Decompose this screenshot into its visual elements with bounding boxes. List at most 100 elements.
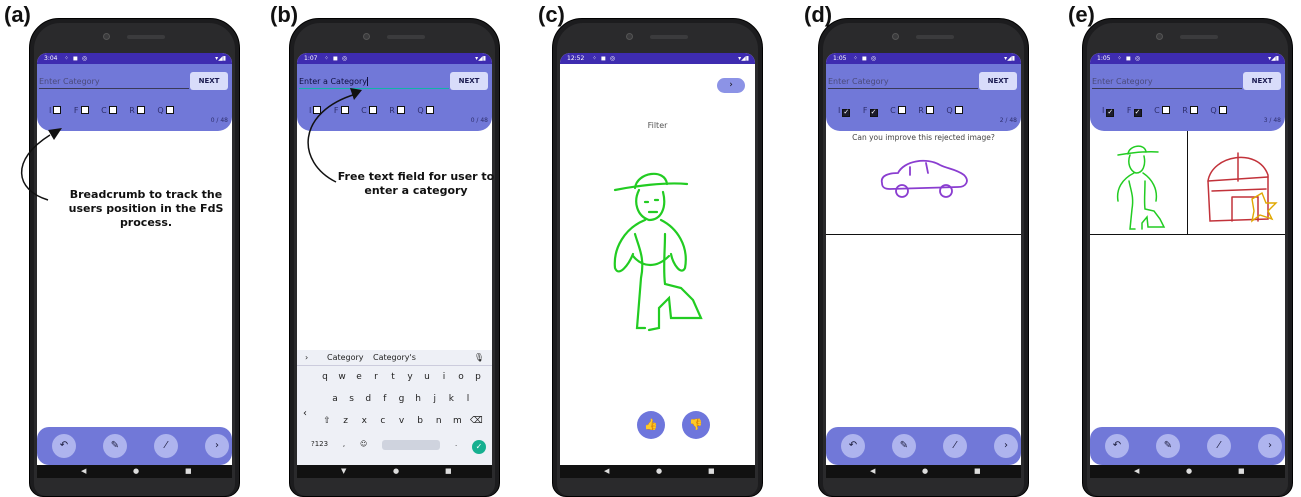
crumb-q: Q [946, 106, 963, 115]
recents-icon[interactable]: ■ [445, 465, 452, 478]
symbols-key[interactable]: ?123 [311, 440, 328, 454]
eyedropper-icon[interactable]: ✎ [892, 434, 916, 458]
undo-icon[interactable]: ↶ [1105, 434, 1129, 458]
brush-icon[interactable]: ⁄ [1207, 434, 1231, 458]
status-bar: 3:04 ⁘ ◼ ◎ ▾◢▮ [37, 53, 232, 64]
front-camera [1155, 33, 1220, 41]
breadcrumb: I F C R Q [49, 106, 184, 115]
category-input[interactable]: Enter Category [828, 75, 978, 89]
screen: 1:05 ⁘ ◼ ◎ ▾◢▮ Enter Category NEXT I ✓ F ✓… [1090, 53, 1285, 478]
improve-prompt: Can you improve this rejected image? [852, 133, 995, 142]
front-camera [891, 33, 956, 41]
next-button[interactable]: NEXT [190, 72, 228, 90]
back-icon[interactable]: ◀ [870, 465, 875, 478]
key-period[interactable]: . [455, 440, 457, 454]
back-icon[interactable]: ◀ [81, 465, 86, 478]
thumbs-up-icon[interactable]: 👍 [637, 411, 665, 439]
key-z[interactable]: z [340, 416, 352, 426]
phone-c: 12:52 ⁘ ◼ ◎ ▾◢▮ › Filter 👍 👎 ◀ ● ■ [552, 18, 763, 497]
key-w[interactable]: w [336, 372, 348, 382]
recents-icon[interactable]: ■ [974, 465, 981, 478]
suggestion-1[interactable]: Category [327, 350, 364, 366]
suggestion-2[interactable]: Category's [373, 350, 416, 366]
crumb-r: R [918, 106, 934, 115]
key-row-4: ?123 , ☺ . ✓ [311, 440, 486, 454]
key-u[interactable]: u [421, 372, 433, 382]
chevron-right-icon[interactable]: › [1258, 434, 1282, 458]
key-h[interactable]: h [412, 394, 424, 404]
key-d[interactable]: d [362, 394, 374, 404]
home-icon[interactable]: ● [133, 465, 139, 478]
status-bar: 12:52 ⁘ ◼ ◎ ▾◢▮ [560, 53, 755, 64]
key-o[interactable]: o [455, 372, 467, 382]
signal-battery-icon: ▾◢▮ [1268, 55, 1279, 62]
brush-icon[interactable]: ⁄ [154, 434, 178, 458]
home-icon[interactable]: ● [1186, 465, 1192, 478]
sketch-barn-thumbnail [1207, 152, 1278, 223]
next-button[interactable]: NEXT [1243, 72, 1281, 90]
space-bar[interactable] [382, 440, 441, 450]
key-a[interactable]: a [329, 394, 341, 404]
chevron-right-icon[interactable]: › [305, 350, 308, 366]
crumb-c: C [101, 106, 117, 115]
next-arrow-button[interactable]: › [717, 78, 745, 93]
eyedropper-icon[interactable]: ✎ [1156, 434, 1180, 458]
recents-icon[interactable]: ■ [1238, 465, 1245, 478]
home-icon[interactable]: ● [656, 465, 662, 478]
emoji-icon[interactable]: ☺ [360, 440, 367, 454]
key-b[interactable]: b [414, 416, 426, 426]
enter-check-icon[interactable]: ✓ [472, 440, 486, 454]
key-n[interactable]: n [433, 416, 445, 426]
key-x[interactable]: x [358, 416, 370, 426]
key-k[interactable]: k [445, 394, 457, 404]
recents-icon[interactable]: ■ [708, 465, 715, 478]
system-nav-bar: ◀ ● ■ [1090, 465, 1285, 478]
next-button[interactable]: NEXT [979, 72, 1017, 90]
category-input[interactable]: Enter Category [39, 75, 189, 89]
key-f[interactable]: f [379, 394, 391, 404]
undo-icon[interactable]: ↶ [52, 434, 76, 458]
key-e[interactable]: e [353, 372, 365, 382]
chevron-right-icon[interactable]: › [994, 434, 1018, 458]
chevron-right-icon[interactable]: › [205, 434, 229, 458]
suggestion-strip: Category Category's 🎙 › [297, 350, 492, 366]
key-s[interactable]: s [346, 394, 358, 404]
breadcrumb: I ✓ F ✓ C R Q [1102, 106, 1237, 117]
mic-icon[interactable]: 🎙 [474, 350, 484, 366]
home-icon[interactable]: ● [922, 465, 928, 478]
brush-icon[interactable]: ⁄ [943, 434, 967, 458]
key-q[interactable]: q [319, 372, 331, 382]
key-r[interactable]: r [370, 372, 382, 382]
system-nav-bar: ◀ ● ■ [37, 465, 232, 478]
shift-icon[interactable]: ⇧ [321, 416, 333, 426]
key-i[interactable]: i [438, 372, 450, 382]
home-icon[interactable]: ● [393, 465, 399, 478]
crumb-i: I [49, 106, 62, 115]
key-m[interactable]: m [451, 416, 463, 426]
key-t[interactable]: t [387, 372, 399, 382]
crumb-q: Q [157, 106, 174, 115]
key-j[interactable]: j [429, 394, 441, 404]
key-comma[interactable]: , [343, 440, 345, 454]
phone-a: 3:04 ⁘ ◼ ◎ ▾◢▮ Enter Category NEXT I F C… [29, 18, 240, 497]
backspace-icon[interactable]: ⌫ [470, 416, 483, 426]
key-c[interactable]: c [377, 416, 389, 426]
breadcrumb: I ✓ F ✓ C R Q [838, 106, 973, 117]
textfield-annotation: Free text field for user to enter a cate… [337, 170, 495, 197]
back-icon[interactable]: ▼ [341, 465, 346, 478]
key-l[interactable]: l [462, 394, 474, 404]
back-icon[interactable]: ◀ [1134, 465, 1139, 478]
key-y[interactable]: y [404, 372, 416, 382]
key-row-3: ⇧ z x c v b n m ⌫ [321, 416, 483, 426]
eyedropper-icon[interactable]: ✎ [103, 434, 127, 458]
key-g[interactable]: g [396, 394, 408, 404]
key-p[interactable]: p [472, 372, 484, 382]
back-icon[interactable]: ◀ [604, 465, 609, 478]
thumbs-down-icon[interactable]: 👎 [682, 411, 710, 439]
keyboard-left-chevron-icon[interactable]: ‹ [303, 408, 307, 419]
key-v[interactable]: v [396, 416, 408, 426]
next-button[interactable]: NEXT [450, 72, 488, 90]
undo-icon[interactable]: ↶ [841, 434, 865, 458]
recents-icon[interactable]: ■ [185, 465, 192, 478]
category-input[interactable]: Enter Category [1092, 75, 1242, 89]
